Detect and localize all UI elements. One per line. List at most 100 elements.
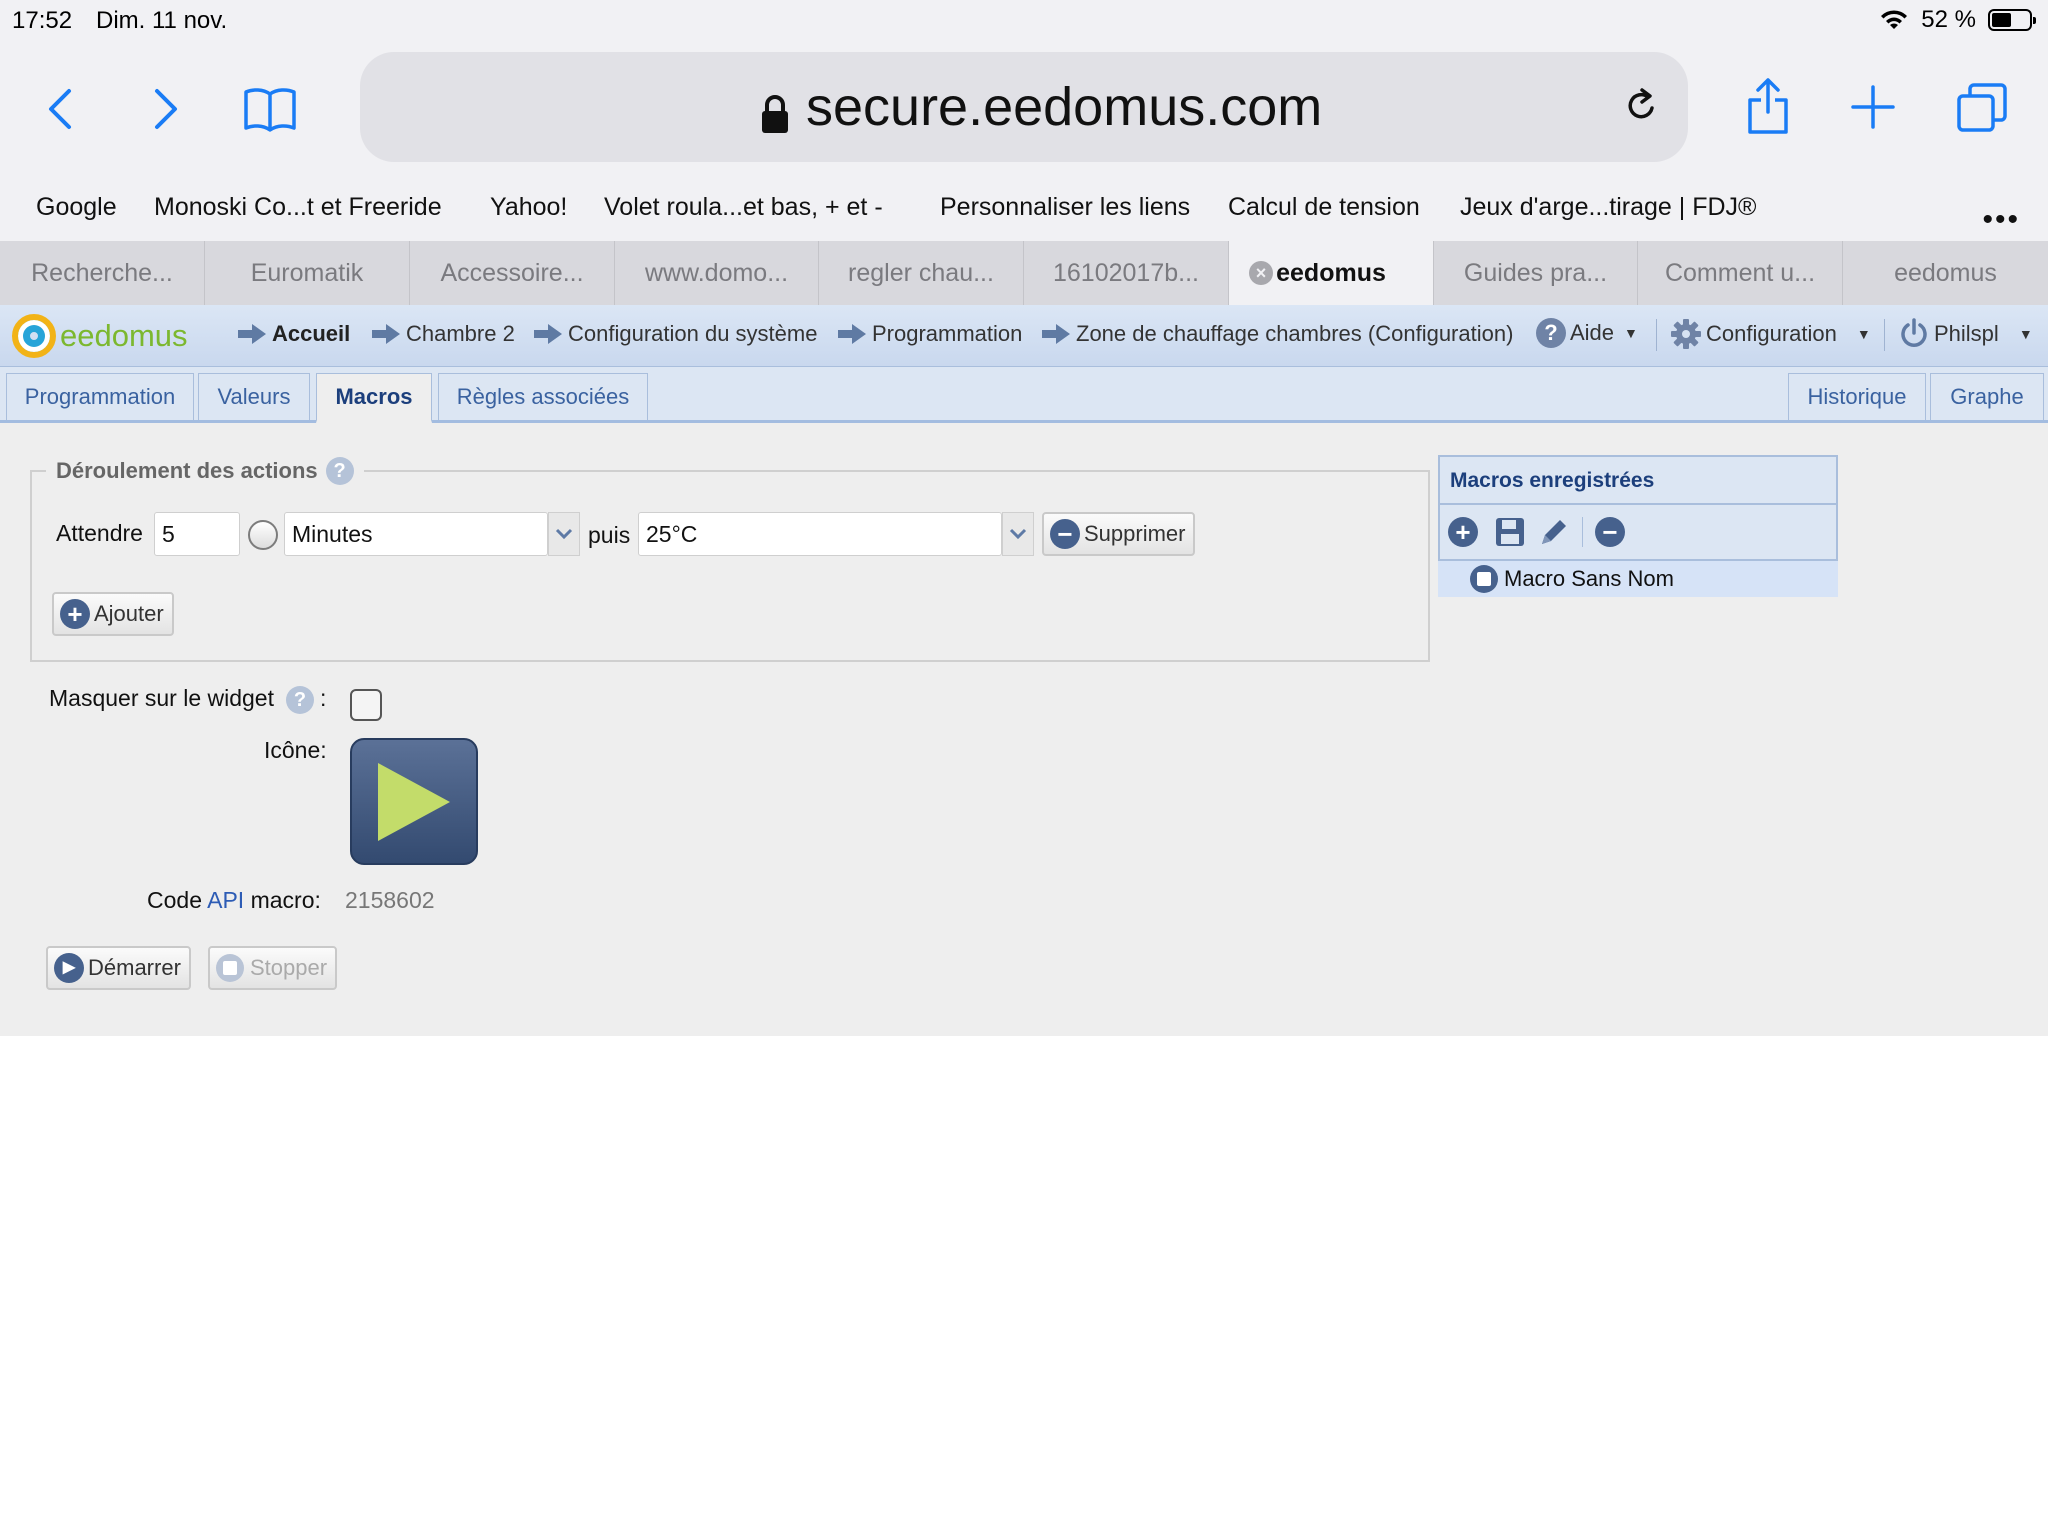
bookmark-link[interactable]: Jeux d'arge...tirage | FDJ® <box>1460 193 1756 222</box>
forward-icon[interactable] <box>146 84 186 134</box>
back-icon[interactable] <box>40 84 80 134</box>
chevron-down-icon <box>555 528 573 540</box>
bookmark-link[interactable]: Yahoo! <box>490 193 567 222</box>
unit-dropdown-button[interactable] <box>548 512 580 556</box>
actions-fieldset <box>30 470 1430 662</box>
breadcrumb-label: Configuration du système <box>568 321 818 346</box>
bookmark-link[interactable]: Google <box>36 193 117 222</box>
start-label: Démarrer <box>88 955 181 980</box>
action-dropdown-button[interactable] <box>1002 512 1034 556</box>
browser-tab-active[interactable]: × eedomus <box>1229 241 1434 305</box>
colon-label: : <box>320 685 327 711</box>
macro-list-item[interactable]: Macro Sans Nom <box>1438 561 1838 597</box>
help-menu[interactable]: ? Aide ▼ <box>1536 318 1638 348</box>
browser-tab[interactable]: Recherche... <box>0 241 205 305</box>
breadcrumb-programmation[interactable]: Programmation <box>838 321 1022 347</box>
tab-regles-associees[interactable]: Règles associées <box>438 373 648 420</box>
caret-down-icon: ▼ <box>2018 326 2033 342</box>
add-button[interactable]: + Ajouter <box>52 592 174 636</box>
hide-on-widget-label: Masquer sur le widget <box>49 685 274 711</box>
help-icon[interactable]: ? <box>325 457 354 485</box>
tab-graphe[interactable]: Graphe <box>1930 373 2044 420</box>
tab-macros[interactable]: Macros <box>316 373 432 423</box>
edit-icon[interactable] <box>1538 516 1570 548</box>
then-label: puis <box>588 522 631 548</box>
api-link[interactable]: API <box>207 887 244 913</box>
new-tab-icon[interactable] <box>1850 84 1896 130</box>
breadcrumb-config-systeme[interactable]: Configuration du système <box>534 321 817 347</box>
browser-toolbar: secure.eedomus.com <box>0 44 2048 169</box>
wait-label: Attendre <box>56 520 143 546</box>
browser-tab[interactable]: Guides pra... <box>1434 241 1638 305</box>
power-icon <box>1901 318 1927 347</box>
breadcrumb-label: Programmation <box>872 321 1023 346</box>
toolbar-divider <box>1582 517 1583 547</box>
bookmarks-icon[interactable] <box>242 84 298 134</box>
tab-title: regler chau... <box>848 258 994 287</box>
plus-circle-icon: + <box>60 599 90 629</box>
breadcrumb-label: Accueil <box>272 321 351 346</box>
api-code-label: Code API macro: <box>147 887 321 914</box>
caret-down-icon: ▼ <box>1856 326 1871 342</box>
divider <box>1884 319 1885 351</box>
macro-icon-picker[interactable] <box>350 738 478 865</box>
save-icon[interactable] <box>1494 516 1526 548</box>
browser-tab-strip: Recherche... Euromatik Accessoire... www… <box>0 241 2048 305</box>
hide-on-widget-checkbox[interactable] <box>350 689 382 721</box>
bookmark-link[interactable]: Personnaliser les liens <box>940 193 1190 222</box>
tab-valeurs[interactable]: Valeurs <box>198 373 310 420</box>
share-icon[interactable] <box>1744 74 1792 138</box>
browser-tab[interactable]: Euromatik <box>205 241 410 305</box>
breadcrumb-zone[interactable]: Zone de chauffage chambres (Configuratio… <box>1042 321 1513 347</box>
tabs-overview-icon[interactable] <box>1956 82 2008 134</box>
close-tab-icon[interactable]: × <box>1249 261 1273 285</box>
browser-tab[interactable]: www.domo... <box>615 241 819 305</box>
browser-tab[interactable]: 16102017b... <box>1024 241 1229 305</box>
start-button[interactable]: ▶ Démarrer <box>46 946 191 990</box>
tab-label: Historique <box>1807 384 1907 409</box>
bookmark-link[interactable]: Volet roula...et bas, + et - <box>604 193 883 222</box>
api-prefix: Code <box>147 887 208 913</box>
divider <box>1656 319 1657 351</box>
browser-tab[interactable]: regler chau... <box>819 241 1024 305</box>
browser-tab[interactable]: Comment u... <box>1638 241 1843 305</box>
arrow-right-icon <box>238 324 266 344</box>
saved-macros-panel: Macros enregistrées + − Macro Sans Nom <box>1438 455 1838 597</box>
wait-value-input[interactable]: 5 <box>154 512 240 556</box>
tab-title: www.domo... <box>644 258 789 287</box>
bookmark-link[interactable]: Calcul de tension <box>1228 193 1420 222</box>
tab-label: Règles associées <box>456 384 630 409</box>
lock-icon <box>762 95 788 133</box>
unit-select[interactable]: Minutes <box>284 512 548 556</box>
user-menu[interactable]: Philspl ▼ <box>1898 318 2033 350</box>
arrow-right-icon <box>372 324 400 344</box>
bookmarks-bar: Google Monoski Co...t et Freeride Yahoo!… <box>0 169 2048 241</box>
breadcrumb-chambre[interactable]: Chambre 2 <box>372 321 515 347</box>
add-macro-icon[interactable]: + <box>1448 517 1478 547</box>
tab-historique[interactable]: Historique <box>1788 373 1926 420</box>
delete-button[interactable]: − Supprimer <box>1042 512 1196 556</box>
reload-icon[interactable] <box>1626 88 1658 124</box>
help-label: Aide <box>1570 320 1615 345</box>
browser-tab[interactable]: Accessoire... <box>410 241 615 305</box>
page-content: eedomus Accueil Chambre 2 Configuration … <box>0 305 2048 1036</box>
eedomus-logo[interactable]: eedomus <box>12 313 190 359</box>
option-radio[interactable] <box>248 520 278 550</box>
delete-macro-icon[interactable]: − <box>1595 517 1625 547</box>
browser-tab[interactable]: eedomus <box>1843 241 2048 305</box>
bookmark-link[interactable]: Monoski Co...t et Freeride <box>154 193 442 222</box>
action-select[interactable]: 25°C <box>638 512 1002 556</box>
address-bar[interactable]: secure.eedomus.com <box>360 52 1688 162</box>
logo-text: eedomus <box>60 318 188 353</box>
tab-programmation[interactable]: Programmation <box>6 373 194 420</box>
stop-button[interactable]: Stopper <box>208 946 338 990</box>
more-icon[interactable]: ••• <box>1982 203 2020 237</box>
status-bar: 17:52 Dim. 11 nov. 52 % <box>0 0 2048 44</box>
configuration-menu[interactable]: Configuration ▼ <box>1670 318 1871 350</box>
help-icon[interactable]: ? <box>286 686 314 714</box>
tab-title: eedomus <box>1894 258 1997 287</box>
tab-label: Macros <box>335 384 413 409</box>
section-tabs: Programmation Valeurs Macros Règles asso… <box>0 367 2048 423</box>
tab-label: Programmation <box>24 384 176 409</box>
breadcrumb-accueil[interactable]: Accueil <box>238 321 350 347</box>
